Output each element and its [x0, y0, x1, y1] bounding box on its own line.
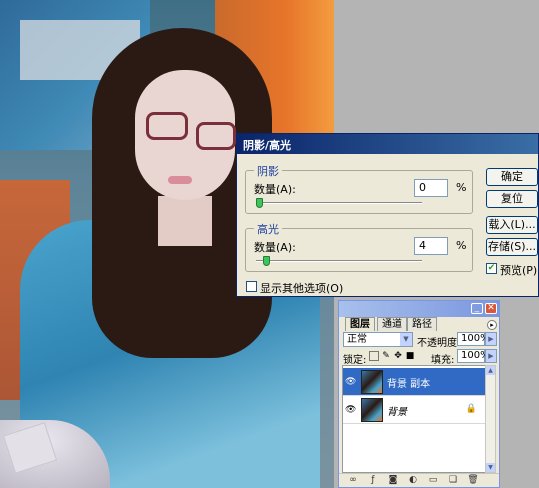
layer-name: 背景 副本 — [387, 379, 431, 390]
highlights-group-title: 高光 — [254, 221, 282, 237]
layers-panel-tabs: 图层 通道 路径 — [343, 317, 495, 331]
delete-layer-icon[interactable]: 🗑 — [467, 475, 479, 486]
tab-layers[interactable]: 图层 — [345, 317, 375, 331]
preview-label[interactable]: 预览(P) — [500, 262, 537, 278]
shadow-highlight-dialog: 阴影/高光 阴影 数量(A): 0 % 高光 数量(A): 4 % 显示其他选项… — [236, 133, 539, 297]
layer-list: 👁 背景 副本 👁 背景 🔒 — [342, 365, 486, 473]
opacity-input[interactable]: 100% — [457, 332, 490, 346]
minimize-icon[interactable]: _ — [471, 303, 483, 314]
save-button[interactable]: 存储(S)... — [486, 238, 538, 256]
highlights-amount-label: 数量(A): — [254, 241, 296, 254]
close-icon[interactable]: ✕ — [485, 303, 497, 314]
highlights-slider-thumb[interactable] — [263, 256, 270, 266]
layer-thumbnail — [361, 398, 383, 422]
lock-transparent-icon[interactable] — [369, 351, 379, 361]
layer-row[interactable]: 👁 背景 🔒 — [343, 396, 485, 424]
lock-move-icon[interactable]: ✥ — [393, 351, 403, 361]
shadows-group: 阴影 数量(A): 0 % — [245, 163, 473, 214]
reset-button[interactable]: 复位 — [486, 190, 538, 208]
dialog-title[interactable]: 阴影/高光 — [237, 134, 538, 154]
ok-button[interactable]: 确定 — [486, 168, 538, 186]
layer-thumbnail — [361, 370, 383, 394]
lock-brush-icon[interactable]: ✎ — [381, 351, 391, 361]
load-button[interactable]: 载入(L)... — [486, 216, 538, 234]
lock-all-icon[interactable]: ■ — [405, 351, 415, 361]
shadows-slider-thumb[interactable] — [256, 198, 263, 208]
tab-paths[interactable]: 路径 — [407, 317, 437, 331]
chevron-down-icon: ▼ — [400, 333, 412, 346]
shadows-amount-label: 数量(A): — [254, 183, 296, 196]
shadows-amount-input[interactable]: 0 — [414, 179, 448, 197]
eye-icon[interactable]: 👁 — [345, 377, 357, 387]
shadows-group-title: 阴影 — [254, 163, 282, 179]
new-group-icon[interactable]: ▭ — [427, 475, 439, 486]
highlights-group: 高光 数量(A): 4 % — [245, 221, 473, 272]
layer-mask-icon[interactable]: ◙ — [387, 475, 399, 486]
check-icon: ✔ — [487, 263, 496, 273]
fill-arrow-icon[interactable]: ▶ — [485, 349, 497, 363]
layer-style-icon[interactable]: ƒ — [367, 475, 379, 486]
panel-menu-icon[interactable]: ▸ — [487, 320, 497, 330]
lock-label: 锁定: — [343, 355, 367, 366]
photo-glasses-right — [196, 122, 236, 150]
highlights-percent-unit: % — [456, 239, 467, 252]
shadows-slider-track[interactable] — [256, 202, 422, 204]
layers-panel-titlebar[interactable]: _ ✕ — [339, 301, 499, 317]
layers-panel: _ ✕ 图层 通道 路径 ▸ 正常 ▼ 不透明度: 100% ▶ 锁定: ✎ ✥… — [338, 300, 500, 488]
photo-lips — [168, 176, 192, 184]
tab-channels[interactable]: 通道 — [377, 317, 407, 331]
show-more-options-checkbox[interactable] — [246, 281, 257, 292]
link-layers-icon[interactable]: ∞ — [347, 475, 359, 486]
highlights-slider-track[interactable] — [256, 260, 422, 262]
lock-icon: 🔒 — [465, 404, 477, 414]
layers-bottom-toolbar: ∞ ƒ ◙ ◐ ▭ ❑ 🗑 — [339, 473, 499, 487]
highlights-amount-input[interactable]: 4 — [414, 237, 448, 255]
layers-scrollbar[interactable]: ▲ ▼ — [485, 365, 496, 473]
scroll-down-icon[interactable]: ▼ — [486, 463, 495, 472]
fill-label: 填充: — [431, 355, 455, 366]
opacity-label: 不透明度: — [417, 338, 461, 349]
blend-mode-value: 正常 — [347, 334, 367, 345]
scroll-up-icon[interactable]: ▲ — [486, 366, 495, 375]
show-more-options-label[interactable]: 显示其他选项(O) — [260, 280, 343, 296]
opacity-arrow-icon[interactable]: ▶ — [485, 332, 497, 346]
fill-input[interactable]: 100% — [457, 349, 490, 363]
preview-checkbox[interactable]: ✔ — [486, 263, 497, 274]
eye-icon[interactable]: 👁 — [345, 405, 357, 415]
layer-row[interactable]: 👁 背景 副本 — [343, 368, 485, 396]
shadows-percent-unit: % — [456, 181, 467, 194]
new-layer-icon[interactable]: ❑ — [447, 475, 459, 486]
photo-glasses-left — [146, 112, 188, 140]
layer-name: 背景 — [387, 407, 407, 418]
blend-mode-select[interactable]: 正常 ▼ — [343, 332, 413, 347]
photo-neck — [158, 196, 212, 246]
adjustment-layer-icon[interactable]: ◐ — [407, 475, 419, 486]
